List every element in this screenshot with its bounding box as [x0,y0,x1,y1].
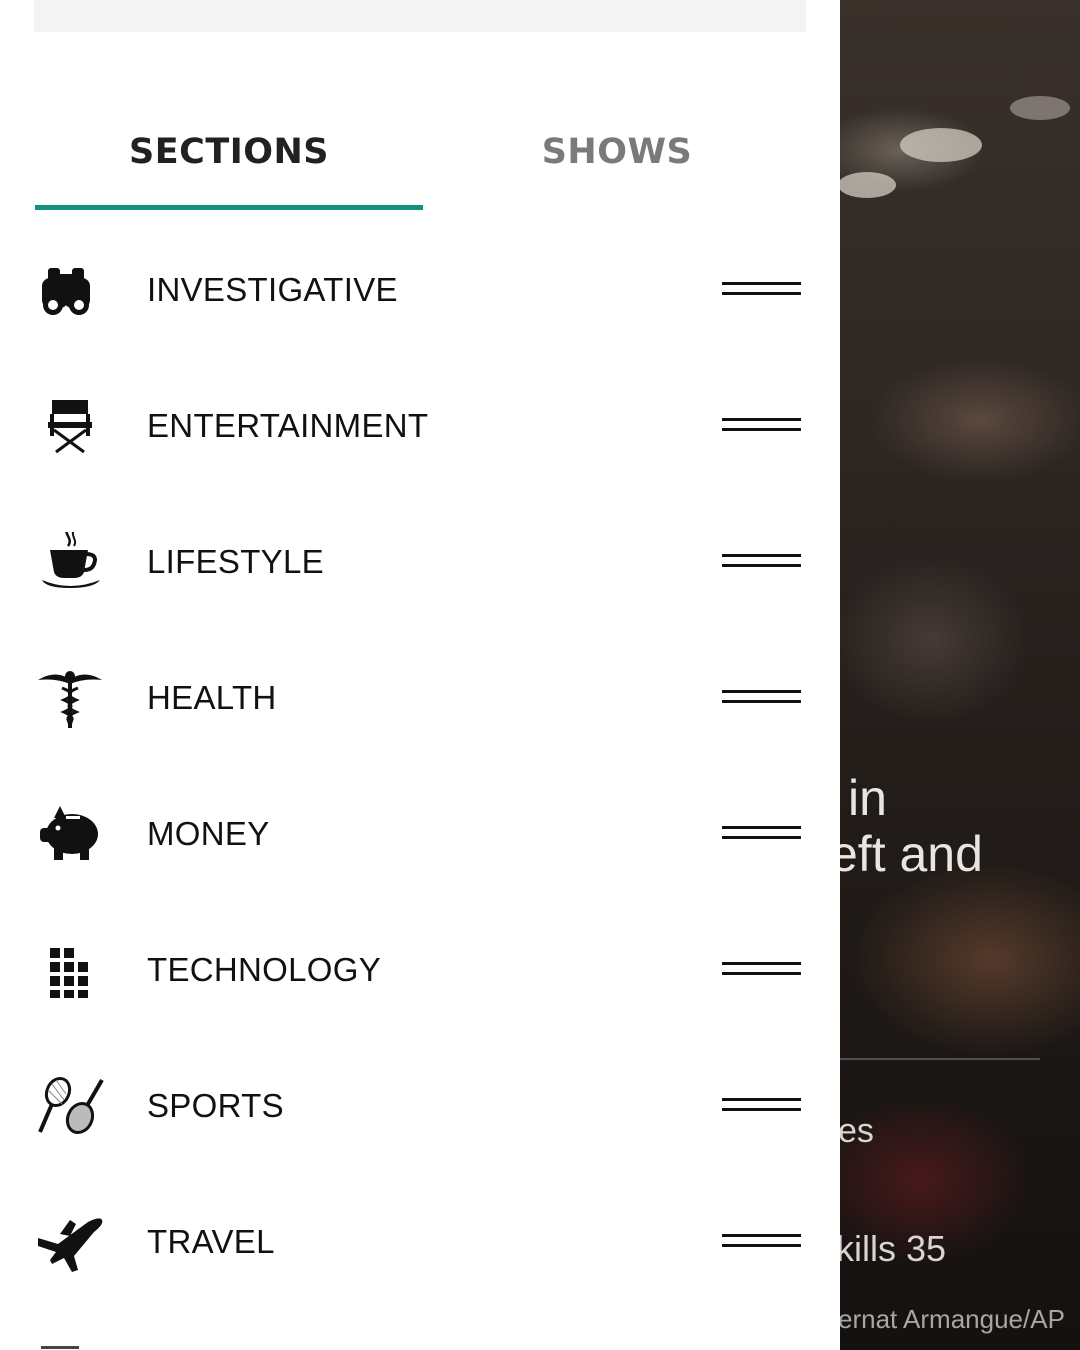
reorder-handle[interactable] [722,962,802,976]
article-text-fragment: es [840,1112,874,1150]
section-list: INVESTIGATIVE ENTERTAINMENT LIFESTYLE HE… [0,222,840,1310]
binoculars-icon [34,260,106,320]
search-bar[interactable] [34,0,806,32]
section-label: TRAVEL [147,1223,275,1260]
section-label: MONEY [147,815,270,852]
section-item-entertainment[interactable]: ENTERTAINMENT [0,358,840,494]
tab-shows[interactable]: SHOWS [423,96,811,208]
section-label: LIFESTYLE [147,543,324,580]
section-item-money[interactable]: MONEY [0,766,840,902]
reorder-handle[interactable] [722,554,802,568]
ceiling-lamp [1010,96,1070,120]
section-item-sports[interactable]: SPORTS [0,1038,840,1174]
drawer-tabs: SECTIONS SHOWS [35,96,811,212]
photo-credit: ernat Armangue/AP [840,1304,1065,1334]
airplane-icon [34,1212,106,1272]
article-text-fragment[interactable]: kills 35 [840,1228,946,1270]
section-item-investigative[interactable]: INVESTIGATIVE [0,222,840,358]
section-label: SPORTS [147,1087,284,1124]
reorder-handle[interactable] [722,826,802,840]
section-label: INVESTIGATIVE [147,271,398,308]
ceiling-lamp [900,128,982,162]
reorder-handle[interactable] [722,690,802,704]
ceiling-lamp [840,172,896,198]
section-item-technology[interactable]: TECHNOLOGY [0,902,840,1038]
reorder-handle[interactable] [722,282,802,296]
next-item-peek [41,1346,79,1349]
section-label: ENTERTAINMENT [147,407,429,444]
section-item-health[interactable]: HEALTH [0,630,840,766]
piggy-bank-icon [34,804,106,864]
coffee-cup-icon [34,532,106,592]
grid-blocks-icon [34,940,106,1000]
section-item-travel[interactable]: TRAVEL [0,1174,840,1310]
reorder-handle[interactable] [722,418,802,432]
reorder-handle[interactable] [722,1234,802,1248]
director-chair-icon [34,396,106,456]
tab-indicator [35,205,423,210]
section-item-lifestyle[interactable]: LIFESTYLE [0,494,840,630]
reorder-handle[interactable] [722,1098,802,1112]
tab-sections[interactable]: SECTIONS [35,96,423,208]
background-article: in eft and es kills 35 ernat Armangue/AP [840,0,1080,1350]
rackets-icon [34,1076,106,1136]
section-label: TECHNOLOGY [147,951,382,988]
section-label: HEALTH [147,679,277,716]
caduceus-icon [34,668,106,728]
navigation-drawer: SECTIONS SHOWS INVESTIGATIVE ENTERTAINME… [0,0,840,1350]
article-headline[interactable]: in eft and [840,770,1080,882]
article-divider [840,1058,1040,1060]
